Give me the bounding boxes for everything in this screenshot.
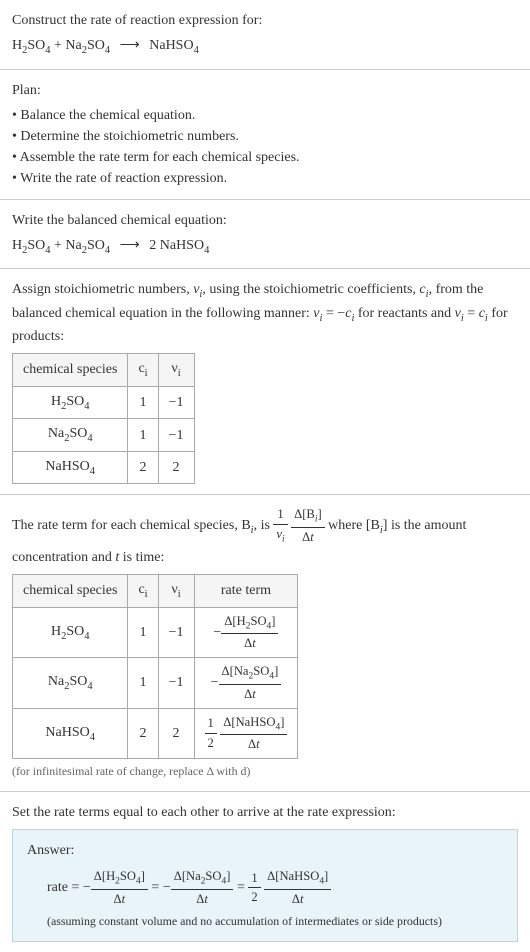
table-cell: −Δ[Na2SO4]Δt bbox=[194, 658, 298, 709]
table-cell: H2SO4 bbox=[13, 386, 128, 419]
assign-intro: Assign stoichiometric numbers, νi, using… bbox=[12, 279, 518, 347]
table-header: rate term bbox=[194, 574, 298, 607]
table-header: ci bbox=[128, 574, 158, 607]
table-cell: 1 bbox=[128, 658, 158, 709]
table-cell: −1 bbox=[158, 386, 194, 419]
table-cell: Na2SO4 bbox=[13, 419, 128, 452]
table-cell: −1 bbox=[158, 658, 194, 709]
table-cell: NaHSO4 bbox=[13, 451, 128, 484]
table-header: νi bbox=[158, 574, 194, 607]
balanced-title: Write the balanced chemical equation: bbox=[12, 210, 518, 231]
table-cell: −Δ[H2SO4]Δt bbox=[194, 607, 298, 658]
table-row: NaHSO4 2 2 bbox=[13, 451, 195, 484]
plan-section: Plan: Balance the chemical equation. Det… bbox=[0, 70, 530, 199]
table-cell: −1 bbox=[158, 607, 194, 658]
table-cell: 2 bbox=[158, 451, 194, 484]
final-title: Set the rate terms equal to each other t… bbox=[12, 802, 518, 823]
prompt-section: Construct the rate of reaction expressio… bbox=[0, 0, 530, 69]
plan-item: Write the rate of reaction expression. bbox=[12, 168, 518, 189]
plan-item: Determine the stoichiometric numbers. bbox=[12, 126, 518, 147]
table-row: Na2SO4 1 −1 bbox=[13, 419, 195, 452]
table-row: Na2SO4 1 −1 −Δ[Na2SO4]Δt bbox=[13, 658, 298, 709]
assign-section: Assign stoichiometric numbers, νi, using… bbox=[0, 269, 530, 494]
table-row: NaHSO4 2 2 12 Δ[NaHSO4]Δt bbox=[13, 708, 298, 759]
table-cell: H2SO4 bbox=[13, 607, 128, 658]
table-row: H2SO4 1 −1 bbox=[13, 386, 195, 419]
assign-table: chemical species ci νi H2SO4 1 −1 Na2SO4… bbox=[12, 353, 195, 484]
plan-title: Plan: bbox=[12, 80, 518, 101]
final-section: Set the rate terms equal to each other t… bbox=[0, 792, 530, 951]
table-row: H2SO4 1 −1 −Δ[H2SO4]Δt bbox=[13, 607, 298, 658]
prompt-title: Construct the rate of reaction expressio… bbox=[12, 10, 518, 31]
balanced-equation: H2SO4 + Na2SO4 ⟶ 2 NaHSO4 bbox=[12, 235, 518, 259]
rateterm-note: (for infinitesimal rate of change, repla… bbox=[12, 763, 518, 781]
answer-label: Answer: bbox=[27, 840, 503, 861]
rateterm-section: The rate term for each chemical species,… bbox=[0, 495, 530, 791]
answer-box: Answer: rate = −Δ[H2SO4]Δt = −Δ[Na2SO4]Δ… bbox=[12, 829, 518, 941]
table-cell: 2 bbox=[158, 708, 194, 759]
table-cell: 1 bbox=[128, 419, 158, 452]
table-cell: 12 Δ[NaHSO4]Δt bbox=[194, 708, 298, 759]
table-header: chemical species bbox=[13, 354, 128, 387]
rateterm-intro: The rate term for each chemical species,… bbox=[12, 505, 518, 568]
answer-rate: rate = −Δ[H2SO4]Δt = −Δ[Na2SO4]Δt = 12 Δ… bbox=[47, 867, 503, 909]
table-cell: 2 bbox=[128, 451, 158, 484]
answer-assume: (assuming constant volume and no accumul… bbox=[47, 913, 503, 931]
rateterm-table: chemical species ci νi rate term H2SO4 1… bbox=[12, 574, 298, 759]
table-header: ci bbox=[128, 354, 158, 387]
plan-list: Balance the chemical equation. Determine… bbox=[12, 105, 518, 189]
table-cell: 1 bbox=[128, 386, 158, 419]
table-header: νi bbox=[158, 354, 194, 387]
table-cell: NaHSO4 bbox=[13, 708, 128, 759]
table-header: chemical species bbox=[13, 574, 128, 607]
table-cell: 2 bbox=[128, 708, 158, 759]
prompt-equation: H2SO4 + Na2SO4 ⟶ NaHSO4 bbox=[12, 35, 518, 59]
plan-item: Assemble the rate term for each chemical… bbox=[12, 147, 518, 168]
table-cell: Na2SO4 bbox=[13, 658, 128, 709]
balanced-section: Write the balanced chemical equation: H2… bbox=[0, 200, 530, 269]
plan-item: Balance the chemical equation. bbox=[12, 105, 518, 126]
table-cell: 1 bbox=[128, 607, 158, 658]
table-cell: −1 bbox=[158, 419, 194, 452]
